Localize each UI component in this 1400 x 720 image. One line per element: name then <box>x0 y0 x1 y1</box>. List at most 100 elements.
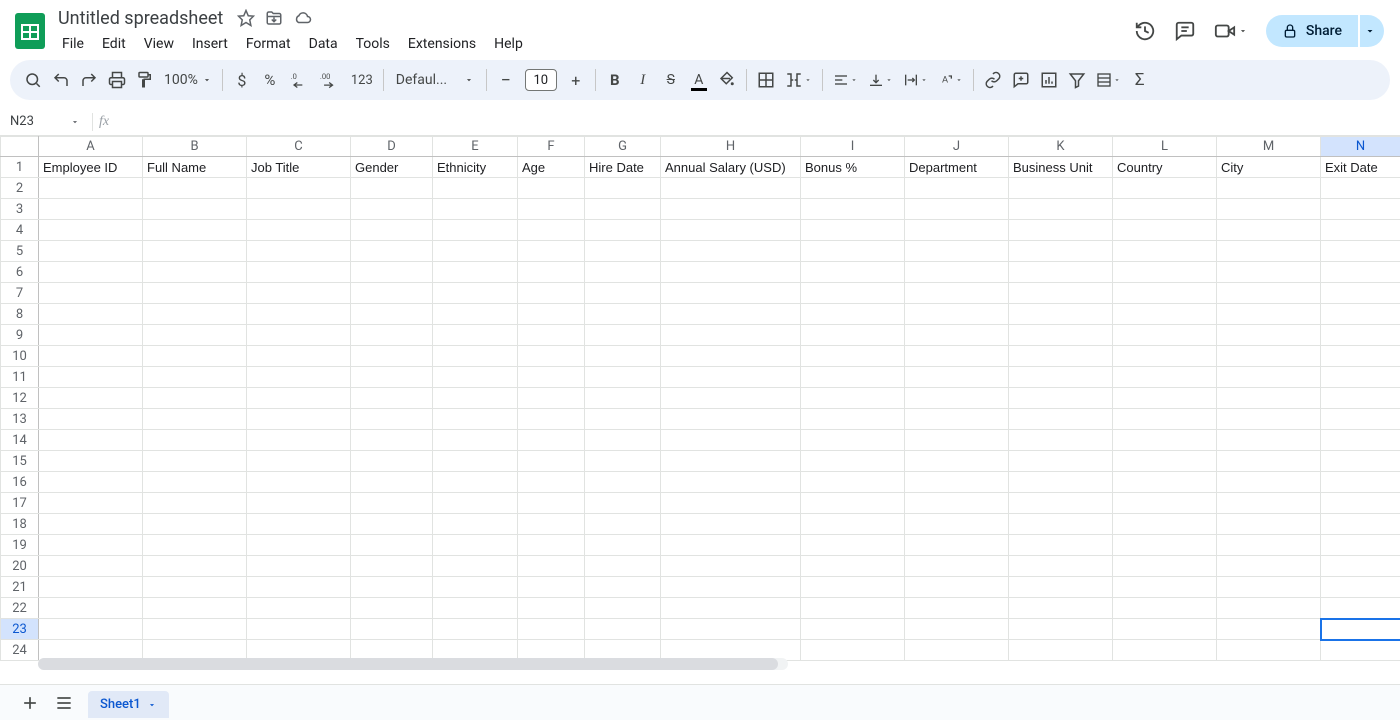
share-button[interactable]: Share <box>1266 15 1358 47</box>
cell[interactable] <box>661 199 801 220</box>
meet-icon[interactable] <box>1214 20 1248 42</box>
menu-file[interactable]: File <box>54 34 92 54</box>
filter-icon[interactable] <box>1064 66 1090 94</box>
doc-title[interactable]: Untitled spreadsheet <box>54 8 227 29</box>
cell[interactable] <box>1009 640 1113 661</box>
menu-edit[interactable]: Edit <box>94 34 134 54</box>
cell[interactable] <box>1113 430 1217 451</box>
cell[interactable] <box>433 304 518 325</box>
menu-insert[interactable]: Insert <box>184 34 236 54</box>
cell[interactable] <box>585 241 661 262</box>
cell[interactable] <box>143 577 247 598</box>
cell[interactable] <box>247 535 351 556</box>
cell[interactable] <box>351 493 433 514</box>
row-header[interactable]: 7 <box>1 283 39 304</box>
increase-fontsize-button[interactable]: + <box>563 66 589 94</box>
cell[interactable] <box>39 556 143 577</box>
select-all-corner[interactable] <box>1 137 39 157</box>
cell[interactable] <box>351 535 433 556</box>
cell[interactable] <box>585 304 661 325</box>
cell[interactable] <box>661 304 801 325</box>
search-menus-icon[interactable] <box>20 66 46 94</box>
cell[interactable] <box>518 619 585 640</box>
cell[interactable] <box>1217 367 1321 388</box>
cell[interactable] <box>661 577 801 598</box>
cell[interactable] <box>1009 346 1113 367</box>
functions-icon[interactable]: Σ <box>1127 66 1153 94</box>
cell[interactable] <box>143 241 247 262</box>
menu-extensions[interactable]: Extensions <box>400 34 484 54</box>
row-header[interactable]: 14 <box>1 430 39 451</box>
cell[interactable] <box>585 283 661 304</box>
cell[interactable] <box>1113 241 1217 262</box>
cell[interactable] <box>1009 388 1113 409</box>
cell[interactable] <box>905 367 1009 388</box>
cell[interactable] <box>801 514 905 535</box>
cell[interactable] <box>143 178 247 199</box>
cell[interactable] <box>1321 598 1400 619</box>
cell[interactable] <box>518 598 585 619</box>
percent-icon[interactable]: % <box>257 66 283 94</box>
name-box-dropdown-icon[interactable] <box>70 117 86 127</box>
cell[interactable] <box>661 283 801 304</box>
cell[interactable] <box>585 451 661 472</box>
cell[interactable]: Ethnicity <box>433 157 518 178</box>
cell[interactable] <box>39 241 143 262</box>
cell[interactable] <box>1113 283 1217 304</box>
cell[interactable] <box>351 619 433 640</box>
cell[interactable] <box>661 535 801 556</box>
cell[interactable] <box>351 304 433 325</box>
row-header[interactable]: 21 <box>1 577 39 598</box>
cell[interactable] <box>39 535 143 556</box>
insert-comment-icon[interactable] <box>1008 66 1034 94</box>
cell[interactable] <box>39 283 143 304</box>
cell[interactable] <box>661 619 801 640</box>
cell[interactable] <box>518 535 585 556</box>
cell[interactable] <box>143 514 247 535</box>
cell[interactable] <box>351 577 433 598</box>
cell[interactable] <box>585 220 661 241</box>
cell[interactable] <box>661 556 801 577</box>
row-header[interactable]: 19 <box>1 535 39 556</box>
row-header[interactable]: 24 <box>1 640 39 661</box>
cell[interactable] <box>247 241 351 262</box>
cell[interactable] <box>585 556 661 577</box>
cell[interactable] <box>351 241 433 262</box>
cell[interactable] <box>351 451 433 472</box>
cell[interactable] <box>351 346 433 367</box>
cell[interactable] <box>518 346 585 367</box>
cell[interactable] <box>39 598 143 619</box>
cell[interactable] <box>351 262 433 283</box>
cell[interactable] <box>433 556 518 577</box>
cell[interactable] <box>1321 514 1400 535</box>
cell[interactable] <box>905 388 1009 409</box>
share-dropdown[interactable] <box>1360 15 1384 47</box>
cell[interactable] <box>1321 556 1400 577</box>
cell[interactable] <box>247 325 351 346</box>
borders-icon[interactable] <box>753 66 779 94</box>
text-color-icon[interactable]: A <box>686 66 712 94</box>
cell[interactable] <box>661 430 801 451</box>
cell[interactable]: Age <box>518 157 585 178</box>
cell[interactable] <box>1321 451 1400 472</box>
cell[interactable] <box>143 346 247 367</box>
cell[interactable] <box>39 199 143 220</box>
column-header[interactable]: A <box>39 137 143 157</box>
cell[interactable] <box>433 409 518 430</box>
cell[interactable] <box>801 388 905 409</box>
row-header[interactable]: 8 <box>1 304 39 325</box>
cell[interactable] <box>247 283 351 304</box>
cell[interactable] <box>905 451 1009 472</box>
cell[interactable] <box>143 556 247 577</box>
cell[interactable] <box>801 430 905 451</box>
cell[interactable] <box>247 598 351 619</box>
star-icon[interactable] <box>237 9 255 27</box>
cell[interactable] <box>518 367 585 388</box>
cell[interactable] <box>1217 493 1321 514</box>
cell[interactable] <box>905 346 1009 367</box>
cell[interactable] <box>39 472 143 493</box>
cell[interactable] <box>351 367 433 388</box>
row-header[interactable]: 18 <box>1 514 39 535</box>
cell[interactable] <box>39 451 143 472</box>
row-header[interactable]: 2 <box>1 178 39 199</box>
